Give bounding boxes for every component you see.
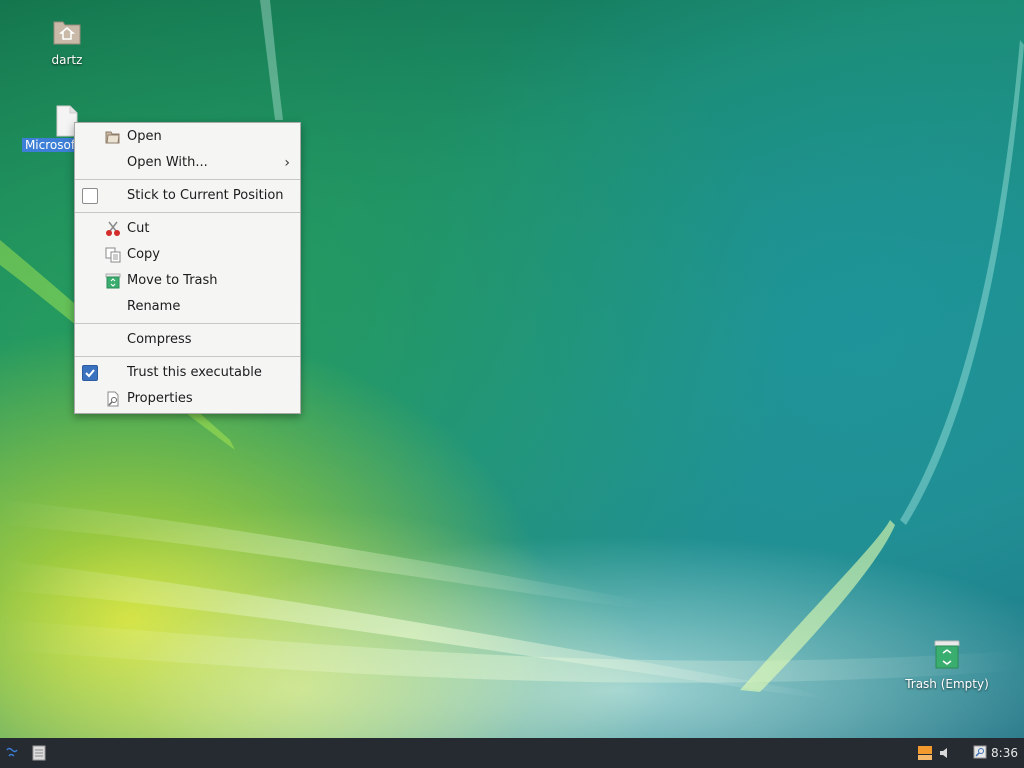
folder-open-icon: [105, 131, 120, 144]
copy-icon: [105, 247, 121, 263]
trash-icon: [105, 273, 121, 289]
desktop-icon-label: Trash (Empty): [905, 677, 989, 691]
menu-separator: [75, 212, 300, 213]
menu-item-cut[interactable]: Cut: [75, 216, 300, 242]
menu-item-open-with[interactable]: Open With... ›: [75, 150, 300, 176]
menu-separator: [75, 323, 300, 324]
menu-separator: [75, 356, 300, 357]
volume-icon[interactable]: [938, 746, 952, 760]
properties-icon: [107, 391, 119, 407]
home-folder-icon: [53, 21, 81, 45]
desktop-icon-label: Microsof: [21, 138, 79, 152]
stick-checkbox[interactable]: [82, 188, 98, 204]
context-menu: Open Open With... › Stick to Current Pos…: [74, 122, 301, 414]
menu-item-stick-to-position[interactable]: Stick to Current Position: [75, 183, 300, 209]
menu-item-rename[interactable]: Rename: [75, 294, 300, 320]
start-menu-icon[interactable]: [4, 745, 20, 761]
menu-item-trust-executable[interactable]: Trust this executable: [75, 360, 300, 386]
trash-icon: [934, 640, 960, 669]
show-desktop-icon[interactable]: [31, 745, 47, 761]
desktop-icon-label: dartz: [51, 53, 83, 67]
menu-item-properties[interactable]: Properties: [75, 386, 300, 412]
scissors-icon: [106, 221, 120, 236]
checkmark-icon: [85, 369, 95, 378]
menu-item-move-to-trash[interactable]: Move to Trash: [75, 268, 300, 294]
chevron-right-icon: ›: [284, 155, 290, 171]
desktop-icon-trash[interactable]: Trash (Empty): [897, 640, 997, 691]
desktop-icon-dartz[interactable]: dartz: [17, 16, 117, 67]
notification-icon[interactable]: [973, 745, 987, 759]
trust-checkbox[interactable]: [82, 365, 98, 381]
menu-separator: [75, 179, 300, 180]
network-icon[interactable]: [918, 746, 932, 760]
clock[interactable]: 8:36: [991, 738, 1018, 768]
menu-item-copy[interactable]: Copy: [75, 242, 300, 268]
menu-item-compress[interactable]: Compress: [75, 327, 300, 353]
menu-item-open[interactable]: Open: [75, 124, 300, 150]
taskbar: 8:36: [0, 738, 1024, 768]
